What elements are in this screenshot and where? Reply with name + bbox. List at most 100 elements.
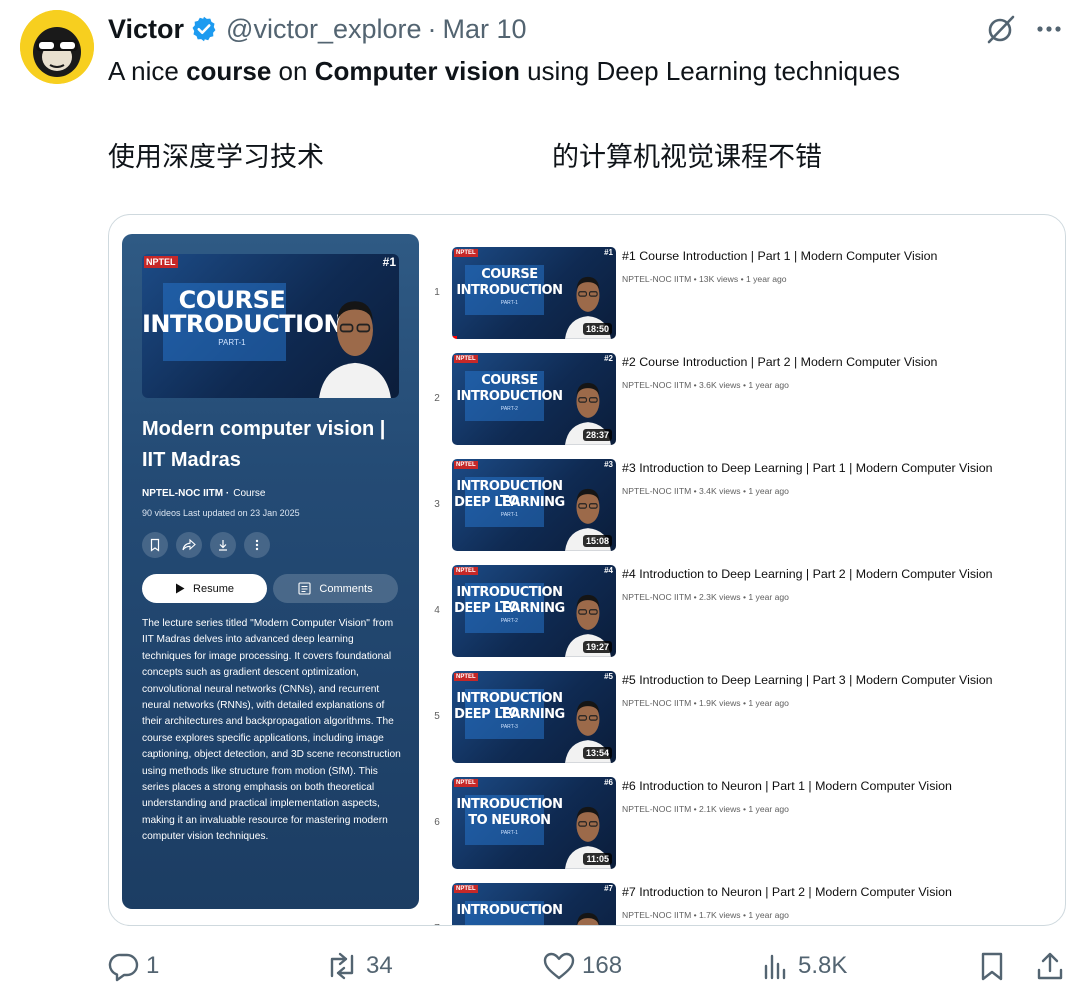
video-title[interactable]: #1 Course Introduction | Part 1 | Modern… — [622, 249, 937, 263]
resume-button[interactable]: Resume — [142, 574, 267, 603]
thumb-title-line: DEEP LEARNING — [454, 600, 565, 616]
video-row[interactable]: 6 NPTEL #6 INTRODUCTION TO NEURON PART-1 11:05… — [429, 777, 1059, 877]
video-title[interactable]: #3 Introduction to Deep Learning | Part … — [622, 461, 993, 475]
thumb-title-line: DEEP LEARNING — [454, 494, 565, 510]
thumb-title-line: INTRODUCTION — [456, 903, 563, 919]
video-title[interactable]: #2 Course Introduction | Part 2 | Modern… — [622, 355, 937, 369]
video-row[interactable]: 1 NPTEL #1 COURSE INTRODUCTION PART-1 18:50 #1 … — [429, 247, 1059, 347]
thumb-number: #5 — [604, 672, 613, 681]
meta-separator: · — [225, 488, 230, 499]
like-count: 168 — [582, 952, 623, 979]
thumb-title-line: INTRODUCTION — [142, 310, 344, 339]
resume-label: Resume — [193, 582, 234, 595]
repost-icon — [330, 952, 354, 980]
like-button[interactable]: 168 — [542, 948, 622, 984]
avatar[interactable] — [20, 10, 94, 84]
views-count: 5.8K — [798, 952, 848, 979]
comments-icon — [298, 582, 311, 595]
thumb-part: PART-1 — [500, 512, 518, 519]
share-icon — [182, 538, 196, 551]
video-thumbnail[interactable]: NPTEL #7 INTRODUCTION — [452, 883, 616, 925]
tweet-text-part: using Deep Learning techniques — [519, 56, 901, 86]
share-tweet-button[interactable] — [1034, 948, 1066, 984]
media-image[interactable]: NPTEL #1 COURSE INTRODUCTION PART-1 Mode… — [108, 214, 1066, 926]
playlist-channel-line: NPTEL-NOC IITM · Course — [142, 488, 265, 499]
thumb-part: PART-2 — [500, 618, 518, 625]
nptel-logo: NPTEL — [144, 256, 178, 268]
repost-button[interactable]: 34 — [324, 948, 393, 984]
video-title[interactable]: #5 Introduction to Deep Learning | Part … — [622, 673, 993, 687]
bookmark-button[interactable] — [976, 948, 1008, 984]
video-thumbnail[interactable]: NPTEL #4 INTRODUCTION TO DEEP LEARNING PART-… — [452, 565, 616, 657]
save-playlist-button[interactable] — [142, 532, 168, 558]
thumb-part: PART-2 — [500, 406, 518, 413]
display-name[interactable]: Victor — [108, 14, 184, 45]
video-thumbnail[interactable]: NPTEL #6 INTRODUCTION TO NEURON PART-1 11:05 — [452, 777, 616, 869]
playlist-actions — [142, 532, 270, 558]
video-duration: 18:50 — [582, 323, 612, 335]
comments-button[interactable]: Comments — [273, 574, 398, 603]
nptel-logo: NPTEL — [454, 461, 478, 469]
video-row[interactable]: 4 NPTEL #4 INTRODUCTION TO DEEP LEARNING PART… — [429, 565, 1059, 665]
video-thumbnail[interactable]: NPTEL #3 INTRODUCTION TO DEEP LEARNING PART-… — [452, 459, 616, 551]
video-title[interactable]: #4 Introduction to Deep Learning | Part … — [622, 567, 993, 581]
reply-icon — [108, 953, 139, 982]
thumb-part: PART-1 — [218, 337, 246, 347]
video-meta: NPTEL-NOC IITM • 1.9K views • 1 year ago — [622, 698, 789, 708]
translation-text-left: 使用深度学习技术 — [108, 142, 324, 173]
video-duration: 15:08 — [582, 535, 612, 547]
channel-name[interactable]: NPTEL-NOC IITM — [142, 488, 223, 499]
nptel-logo: NPTEL — [454, 567, 478, 575]
video-row[interactable]: 3 NPTEL #3 INTRODUCTION TO DEEP LEARNING PART… — [429, 459, 1059, 559]
thumb-number: #7 — [604, 884, 613, 893]
reply-button[interactable]: 1 — [108, 948, 159, 984]
bookmark-icon — [981, 952, 1003, 981]
thumb-title-line: COURSE — [481, 373, 538, 389]
video-thumbnail[interactable]: NPTEL #1 COURSE INTRODUCTION PART-1 18:50 — [452, 247, 616, 339]
tweet-text-bold: Computer vision — [314, 56, 520, 86]
nptel-logo: NPTEL — [454, 249, 478, 257]
thumb-title-line: INTRODUCTION — [456, 797, 563, 813]
video-meta: NPTEL-NOC IITM • 13K views • 1 year ago — [622, 274, 787, 284]
video-meta: NPTEL-NOC IITM • 2.3K views • 1 year ago — [622, 592, 789, 602]
nptel-logo: NPTEL — [454, 885, 478, 893]
share-button[interactable] — [176, 532, 202, 558]
playlist-thumbnail[interactable]: NPTEL #1 COURSE INTRODUCTION PART-1 — [142, 254, 399, 398]
download-button[interactable] — [210, 532, 236, 558]
video-row[interactable]: 2 NPTEL #2 COURSE INTRODUCTION PART-2 28:37 #2 … — [429, 353, 1059, 453]
grok-icon[interactable] — [984, 12, 1018, 46]
video-index: 4 — [434, 605, 440, 616]
thumb-title-line: DEEP LEARNING — [454, 706, 565, 722]
thumb-title-line: INTRODUCTION — [456, 388, 563, 404]
tweet-date[interactable]: Mar 10 — [443, 14, 527, 45]
views-button[interactable]: 5.8K — [760, 948, 847, 984]
video-meta: NPTEL-NOC IITM • 3.4K views • 1 year ago — [622, 486, 789, 496]
video-row[interactable]: 5 NPTEL #5 INTRODUCTION TO DEEP LEARNING PART… — [429, 671, 1059, 771]
video-title[interactable]: #6 Introduction to Neuron | Part 1 | Mod… — [622, 779, 952, 793]
thumb-title-line: INTRODUCTION — [456, 282, 563, 298]
tweet-text-part: A nice — [108, 56, 187, 86]
video-meta: NPTEL-NOC IITM • 3.6K views • 1 year ago — [622, 380, 789, 390]
reply-count: 1 — [146, 952, 160, 979]
video-row[interactable]: 7 NPTEL #7 INTRODUCTION #7 Introduction to N… — [429, 883, 1059, 925]
playlist-panel: NPTEL #1 COURSE INTRODUCTION PART-1 Mode… — [122, 234, 419, 909]
video-title[interactable]: #7 Introduction to Neuron | Part 2 | Mod… — [622, 885, 952, 899]
video-index: 1 — [434, 287, 440, 298]
heart-icon — [543, 952, 575, 980]
video-meta: NPTEL-NOC IITM • 2.1K views • 1 year ago — [622, 804, 789, 814]
user-handle[interactable]: @victor_explore — [226, 14, 422, 45]
share-icon — [1037, 952, 1063, 980]
video-thumbnail[interactable]: NPTEL #2 COURSE INTRODUCTION PART-2 28:37 — [452, 353, 616, 445]
header-separator: · — [427, 13, 437, 44]
playlist-title: Modern computer vision | IIT Madras — [142, 418, 386, 471]
more-actions-button[interactable] — [244, 532, 270, 558]
more-options-icon[interactable] — [1032, 12, 1066, 46]
nptel-logo: NPTEL — [454, 355, 478, 363]
video-index: 2 — [434, 393, 440, 404]
thumb-number: #4 — [604, 566, 613, 575]
video-duration: 11:05 — [583, 853, 612, 865]
video-thumbnail[interactable]: NPTEL #5 INTRODUCTION TO DEEP LEARNING PART-… — [452, 671, 616, 763]
thumb-title-line: COURSE — [481, 267, 538, 283]
thumb-number: #6 — [604, 778, 613, 787]
translation-text-right: 的计算机视觉课程不错 — [552, 142, 822, 173]
